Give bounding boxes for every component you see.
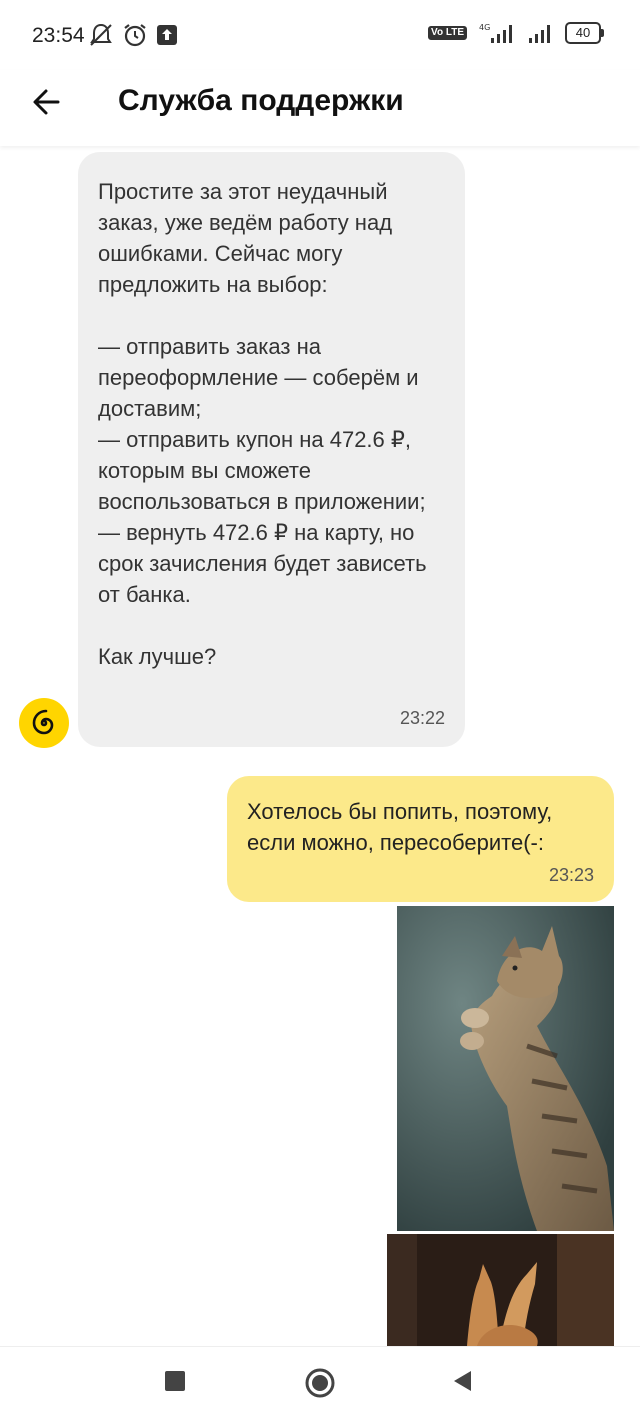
app-header: Служба поддержки (0, 70, 640, 146)
system-nav-bar (0, 1346, 640, 1424)
cat-photo[interactable] (397, 906, 614, 1231)
message-time: 23:23 (548, 865, 594, 885)
page-title: Служба поддержки (118, 84, 404, 117)
message-text: Простите за этот неудачный заказ, уже ве… (98, 179, 427, 669)
arrow-left-icon (33, 89, 60, 115)
back-icon (454, 1371, 471, 1391)
user-message: Хотелось бы попить, поэтому, если можно,… (227, 776, 614, 902)
upload-icon (157, 25, 177, 45)
svg-text:4G: 4G (479, 23, 490, 32)
home-icon (305, 1368, 335, 1398)
signal-icon (529, 25, 550, 43)
signal-4g-icon: 4G (479, 23, 512, 43)
battery-level: 40 (565, 22, 601, 44)
volte-icon: Vo LTE (428, 26, 467, 40)
battery-icon: 40 (565, 22, 604, 44)
home-button[interactable] (304, 1367, 336, 1404)
alarm-icon (124, 24, 146, 47)
status-bar: 23:54 Vo LTE 4G 40 (0, 0, 640, 70)
message-time: 23:22 (399, 708, 445, 728)
recent-apps-button[interactable] (163, 1369, 187, 1398)
support-avatar (19, 698, 69, 748)
recent-apps-icon (165, 1371, 185, 1391)
notifications-off-icon (90, 23, 112, 46)
back-button[interactable] (28, 82, 68, 122)
nav-back-button[interactable] (451, 1369, 475, 1398)
chat-feed[interactable]: Простите за этот неудачный заказ, уже ве… (0, 146, 640, 1346)
support-message: Простите за этот неудачный заказ, уже ве… (78, 152, 465, 747)
spiral-logo-icon (32, 709, 54, 735)
cat-photo[interactable] (387, 1234, 614, 1346)
status-time: 23:54 (32, 24, 85, 47)
message-text: Хотелось бы попить, поэтому, если можно,… (247, 799, 553, 855)
